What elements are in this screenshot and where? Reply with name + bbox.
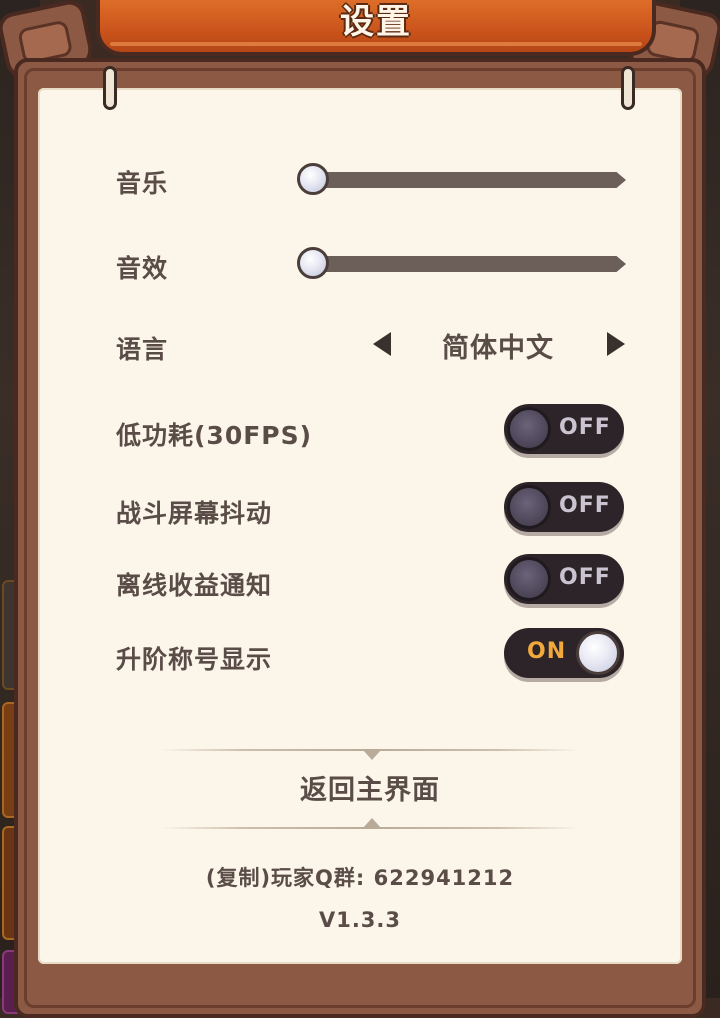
- page-title: 设置: [340, 2, 412, 42]
- version-label: V1.3.3: [318, 908, 402, 932]
- toggle-knob: [507, 557, 551, 601]
- low-power-toggle[interactable]: OFF: [504, 404, 624, 454]
- return-button-top-divider: [160, 748, 580, 760]
- binder-ring-right: [621, 66, 635, 110]
- slider-knob[interactable]: [297, 247, 329, 279]
- offline-reward-label: 离线收益通知: [116, 571, 273, 600]
- language-next-arrow-icon[interactable]: [607, 332, 625, 356]
- slider-track: [310, 256, 626, 272]
- toggle-state: OFF: [559, 565, 611, 590]
- low-power-label: 低功耗(30FPS): [116, 421, 313, 450]
- binder-ring-left: [103, 66, 117, 110]
- toggle-state: ON: [527, 639, 567, 664]
- return-button-bottom-divider: [160, 818, 580, 830]
- sfx-slider[interactable]: [297, 247, 626, 279]
- screen-shake-label: 战斗屏幕抖动: [116, 499, 273, 528]
- toggle-state: OFF: [559, 415, 611, 440]
- title-banner: 设置: [96, 0, 656, 56]
- sfx-label: 音效: [116, 254, 169, 283]
- slider-track: [310, 172, 626, 188]
- rank-title-label: 升阶称号显示: [116, 645, 273, 674]
- offline-reward-toggle[interactable]: OFF: [504, 554, 624, 604]
- toggle-knob: [507, 485, 551, 529]
- music-slider[interactable]: [297, 163, 626, 195]
- copy-qq-group-link[interactable]: (复制)玩家Q群: 622941212: [0, 862, 720, 892]
- language-prev-arrow-icon[interactable]: [373, 332, 391, 356]
- return-main-menu-button[interactable]: 返回主界面: [160, 756, 580, 826]
- divider-notch: [363, 818, 381, 828]
- language-value: 简体中文: [442, 333, 554, 364]
- rank-title-toggle[interactable]: ON: [504, 628, 624, 678]
- language-label: 语言: [116, 335, 169, 364]
- screen-shake-toggle[interactable]: OFF: [504, 482, 624, 532]
- toggle-knob: [507, 407, 551, 451]
- music-label: 音乐: [116, 169, 169, 198]
- toggle-knob: [576, 631, 620, 675]
- toggle-state: OFF: [559, 493, 611, 518]
- slider-knob[interactable]: [297, 163, 329, 195]
